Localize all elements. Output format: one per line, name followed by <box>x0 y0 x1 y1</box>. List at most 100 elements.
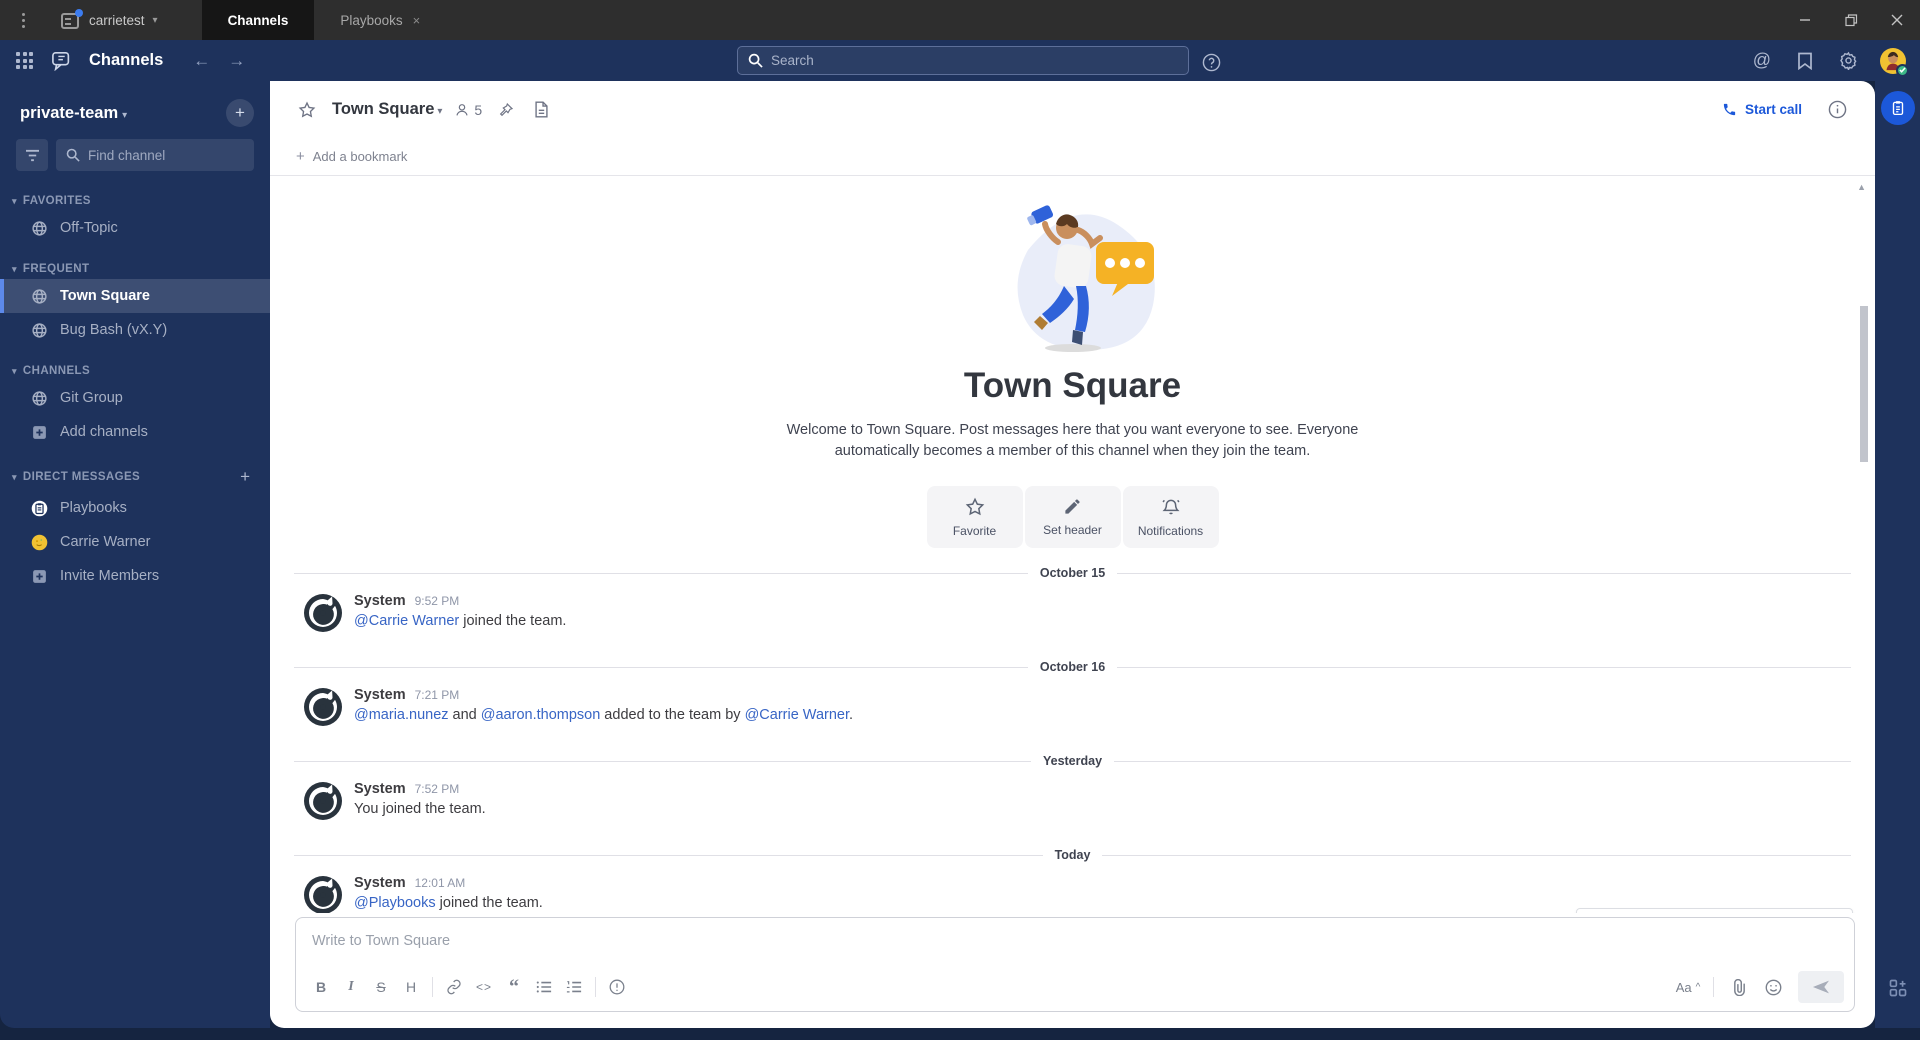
sidebar-item-town-square[interactable]: Town Square <box>0 279 270 313</box>
post-author[interactable]: System <box>354 875 406 891</box>
code-icon[interactable]: <> <box>469 973 499 1001</box>
message-post[interactable]: System 12:01 AM @Playbooks joined the te… <box>270 866 1875 913</box>
mention-link[interactable]: @Carrie Warner <box>354 613 459 629</box>
message-post[interactable]: System 7:21 PM @maria.nunez and @aaron.t… <box>270 678 1875 736</box>
message-list[interactable]: Town Square Welcome to Town Square. Post… <box>270 176 1875 913</box>
composer-area: Write to Town Square B I S H <> “ Aa ^ <box>270 913 1875 1028</box>
quote-icon[interactable]: “ <box>499 973 529 1001</box>
close-button[interactable] <box>1874 0 1920 40</box>
mention-link[interactable]: @Carrie Warner <box>745 707 849 723</box>
saved-posts-icon[interactable] <box>1793 48 1817 74</box>
find-channel-box[interactable] <box>56 139 254 171</box>
close-tab-icon[interactable]: × <box>413 13 421 28</box>
channel-files-icon[interactable] <box>530 97 553 122</box>
add-channel-plus-button[interactable]: + <box>226 99 254 127</box>
bold-button[interactable]: B <box>306 973 336 1001</box>
numbered-list-icon[interactable] <box>559 973 589 1001</box>
pinned-posts-icon[interactable] <box>494 98 518 122</box>
mention-link[interactable]: @maria.nunez <box>354 707 449 723</box>
scroll-top-icon[interactable]: ▲ <box>1857 182 1866 192</box>
sidebar-item-git-group[interactable]: Git Group <box>0 381 270 415</box>
add-bookmark-button[interactable]: + Add a bookmark <box>270 138 1875 176</box>
date-divider-label[interactable]: Today <box>1043 848 1103 862</box>
hide-formatting-button[interactable]: Aa ^ <box>1673 973 1703 1001</box>
search-input[interactable] <box>771 53 1178 68</box>
italic-button[interactable]: I <box>336 973 366 1001</box>
plus-icon: + <box>296 148 305 165</box>
attachment-paperclip-icon[interactable] <box>1724 973 1754 1001</box>
message-priority-icon[interactable] <box>602 973 632 1001</box>
search-box[interactable] <box>737 46 1189 75</box>
bulleted-list-icon[interactable] <box>529 973 559 1001</box>
sidebar-item-playbooks[interactable]: Playbooks <box>0 491 270 525</box>
sidebar-item-invite-members[interactable]: Invite Members <box>0 559 270 593</box>
message-input[interactable]: Write to Town Square <box>296 918 1854 967</box>
sidebar-section-label[interactable]: ▾ FREQUENT <box>12 263 89 275</box>
server-selector[interactable]: carrietest ▾ <box>47 0 172 40</box>
product-switcher-icon[interactable] <box>12 48 37 73</box>
app-menu-kebab-icon[interactable] <box>10 5 37 36</box>
strikethrough-button[interactable]: S <box>366 973 396 1001</box>
channel-name-menu[interactable]: Town Square ▾ <box>332 100 442 119</box>
date-divider-label[interactable]: Yesterday <box>1031 754 1114 768</box>
post-avatar[interactable] <box>303 781 343 821</box>
status-online-badge <box>1896 63 1909 77</box>
playbooks-app-button[interactable] <box>1880 91 1915 125</box>
sidebar-item-bug-bash-vx-y-[interactable]: Bug Bash (vX.Y) <box>0 313 270 347</box>
date-divider-label[interactable]: October 16 <box>1028 660 1117 674</box>
sidebar-item-carrie-warner[interactable]: Carrie Warner <box>0 525 270 559</box>
history-forward-button[interactable]: → <box>224 47 249 75</box>
restore-button[interactable] <box>1828 0 1874 40</box>
titlebar-tabs: Channels× Playbooks× <box>201 0 447 40</box>
minimize-button[interactable] <box>1782 0 1828 40</box>
mention-link[interactable]: @Playbooks <box>354 895 436 911</box>
post-author[interactable]: System <box>354 781 406 797</box>
post-timestamp: 7:21 PM <box>414 688 460 703</box>
members-count-button[interactable]: 5 <box>454 102 482 118</box>
sidebar-section-label[interactable]: ▾ DIRECT MESSAGES <box>12 471 140 483</box>
emoji-picker-icon[interactable] <box>1758 973 1788 1001</box>
sidebar-item-off-topic[interactable]: Off-Topic <box>0 211 270 245</box>
channel-info-icon[interactable] <box>1824 96 1851 123</box>
chevron-down-icon: ▾ <box>12 366 17 376</box>
channel-filter-icon[interactable] <box>16 139 48 171</box>
titlebar-tab-channels[interactable]: Channels× <box>201 0 315 40</box>
start-call-button[interactable]: Start call <box>1722 102 1802 117</box>
post-author[interactable]: System <box>354 593 406 609</box>
send-message-button[interactable] <box>1798 971 1844 1003</box>
scrollbar-thumb[interactable] <box>1860 306 1868 462</box>
link-icon[interactable] <box>439 973 469 1001</box>
post-avatar[interactable] <box>303 593 343 633</box>
sidebar-section-label[interactable]: ▾ FAVORITES <box>12 195 91 207</box>
channel-intro-description: Welcome to Town Square. Post messages he… <box>786 422 1359 460</box>
date-divider-label[interactable]: October 15 <box>1028 566 1117 580</box>
team-menu[interactable]: private-team ▾ <box>20 104 127 123</box>
set-header-intro-button[interactable]: Set header <box>1024 486 1121 549</box>
add-direct-message-button[interactable]: + <box>240 467 250 487</box>
message-post[interactable]: System 7:52 PM You joined the team. <box>270 772 1875 830</box>
post-author[interactable]: System <box>354 687 406 703</box>
apps-marketplace-icon[interactable] <box>1888 978 1908 998</box>
message-post[interactable]: System 9:52 PM @Carrie Warner joined the… <box>270 584 1875 642</box>
channel-label: Town Square <box>60 288 150 304</box>
mentions-icon[interactable]: @ <box>1749 46 1775 75</box>
sidebar-section-label[interactable]: ▾ CHANNELS <box>12 365 90 377</box>
settings-gear-icon[interactable] <box>1835 47 1862 74</box>
channel-type-icon <box>30 321 48 339</box>
post-avatar[interactable] <box>303 687 343 727</box>
notifications-intro-button[interactable]: Notifications <box>1122 486 1219 549</box>
channel-label: Git Group <box>60 390 123 406</box>
titlebar-tab-playbooks[interactable]: Playbooks × <box>314 0 446 40</box>
sidebar-item-add-channels[interactable]: Add channels <box>0 415 270 449</box>
post-avatar[interactable] <box>303 875 343 913</box>
user-avatar[interactable] <box>1880 47 1909 77</box>
find-channel-input[interactable] <box>88 147 244 163</box>
bell-icon <box>1161 497 1181 517</box>
mention-link[interactable]: @aaron.thompson <box>481 707 601 723</box>
heading-button[interactable]: H <box>396 973 426 1001</box>
history-back-button[interactable]: ← <box>189 47 214 75</box>
favorite-star-icon[interactable] <box>294 97 320 123</box>
post-text: @Carrie Warner joined the team. <box>354 613 567 630</box>
help-icon[interactable] <box>1198 49 1225 76</box>
favorite-intro-button[interactable]: Favorite <box>926 486 1023 549</box>
